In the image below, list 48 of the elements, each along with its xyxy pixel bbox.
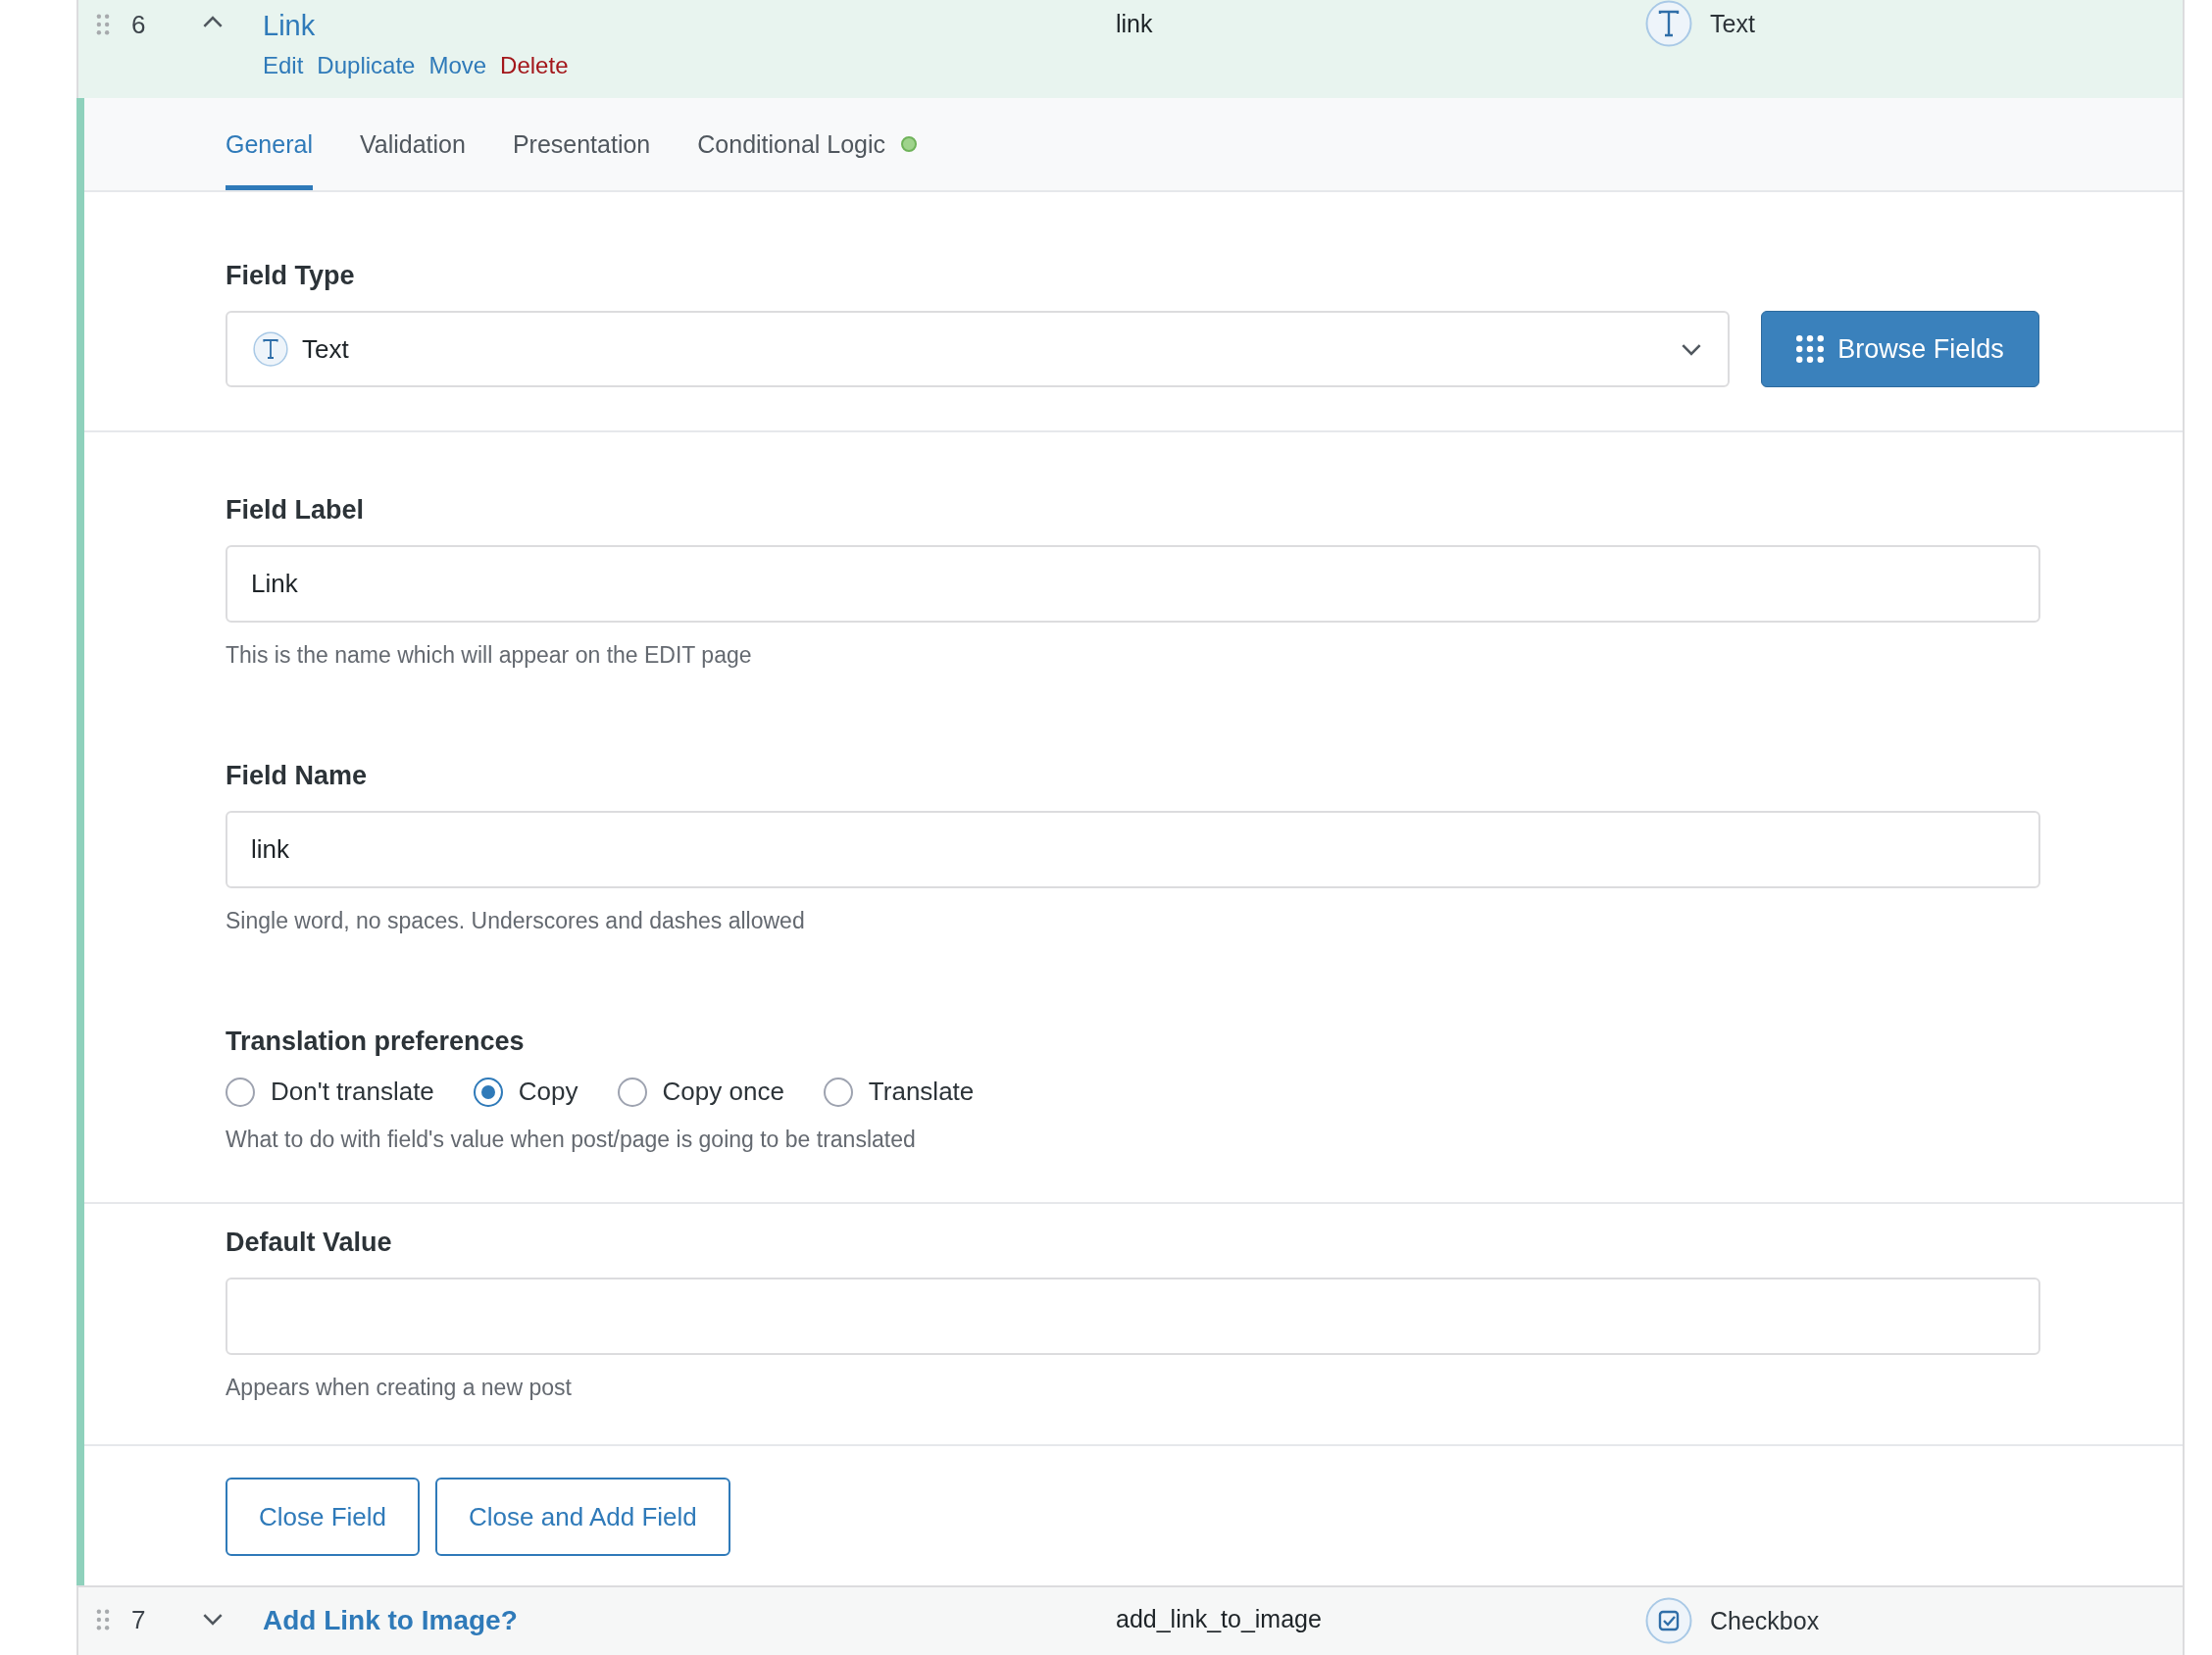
field-type: Checkbox	[1710, 1606, 1820, 1635]
delete-link[interactable]: Delete	[500, 52, 569, 79]
radio-button[interactable]	[617, 1077, 647, 1107]
chevron-down-icon[interactable]	[202, 1613, 224, 1626]
radio-option[interactable]: Copy	[473, 1077, 578, 1107]
radio-option[interactable]: Copy once	[617, 1077, 784, 1107]
field-number: 7	[131, 1605, 147, 1635]
help-text: Single word, no spaces. Underscores and dashes allowed	[226, 908, 806, 934]
field-label: Translation preferences	[226, 1027, 526, 1057]
text-input[interactable]	[226, 1278, 2040, 1355]
field-label: Field Type	[226, 261, 356, 291]
radio-button[interactable]	[823, 1077, 853, 1107]
help-text: This is the name which will appear on the EDIT page	[226, 642, 753, 669]
tab[interactable]: Conditional Logic	[697, 98, 918, 190]
letter-t-icon	[253, 331, 288, 367]
field-name: link	[1116, 10, 1154, 38]
chevron-down-icon	[1681, 342, 1702, 356]
field-number: 6	[131, 10, 147, 40]
radio-option[interactable]: Translate	[823, 1077, 975, 1107]
radio-option[interactable]: Don't translate	[226, 1077, 434, 1107]
grid-icon	[1796, 335, 1825, 363]
outline-button[interactable]: Close Field	[226, 1478, 421, 1556]
chevron-up-icon[interactable]	[202, 16, 224, 28]
help-text: What to do with field's value when post/page is going to be translated	[226, 1127, 917, 1153]
checkbox-icon	[1645, 1597, 1692, 1644]
drag-handle-icon[interactable]	[96, 1609, 110, 1630]
field-title-link[interactable]: Add Link to Image?	[263, 1605, 1116, 1636]
field-type-select[interactable]: Text	[226, 311, 1730, 387]
help-text: Appears when creating a new post	[226, 1375, 573, 1401]
tab[interactable]: Presentation	[512, 98, 651, 190]
action-link[interactable]: Duplicate	[317, 52, 416, 79]
field-label: Default Value	[226, 1228, 393, 1258]
field-title-link[interactable]: Link	[263, 10, 1116, 42]
browse-fields-button[interactable]: Browse Fields	[1761, 311, 2039, 387]
drag-handle-icon[interactable]	[96, 14, 110, 35]
tab[interactable]: General	[226, 98, 313, 190]
field-name: add_link_to_image	[1116, 1605, 1323, 1633]
radio-button[interactable]	[226, 1077, 255, 1107]
field-label: Field Name	[226, 761, 369, 791]
field-type: Text	[1710, 9, 1755, 38]
text-input[interactable]: link	[226, 811, 2040, 888]
field-label: Field Label	[226, 495, 366, 526]
outline-button[interactable]: Close and Add Field	[435, 1478, 730, 1556]
action-link[interactable]: Move	[428, 52, 487, 79]
action-link[interactable]: Edit	[263, 52, 304, 79]
tab[interactable]: Validation	[359, 98, 466, 190]
text-input[interactable]: Link	[226, 545, 2040, 623]
radio-button[interactable]	[473, 1077, 503, 1107]
